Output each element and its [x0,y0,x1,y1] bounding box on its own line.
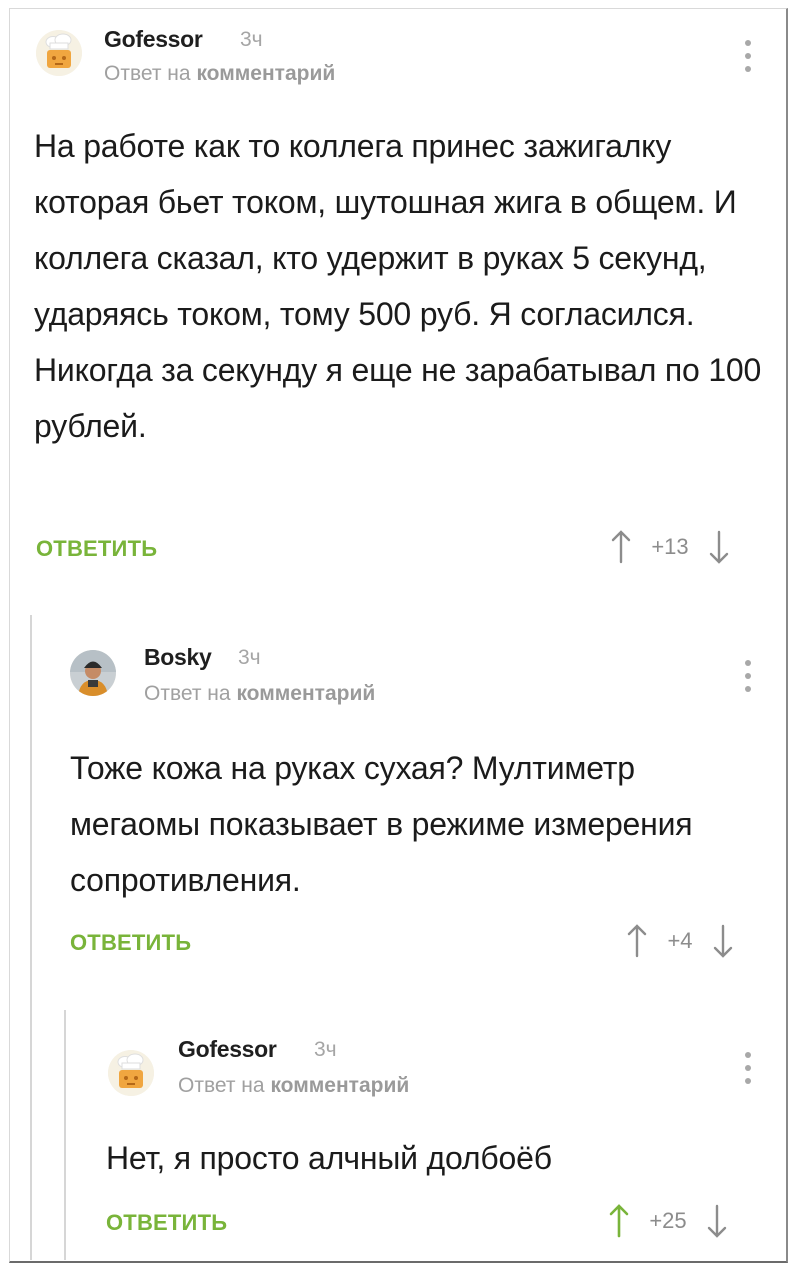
comment-body: Нет, я просто алчный долбоёб [106,1140,552,1176]
vote-controls: +25 [608,1204,728,1238]
more-vertical-icon[interactable] [744,1052,752,1090]
comment-author[interactable]: Gofessor [178,1036,277,1063]
reply-button[interactable]: ОТВЕТИТЬ [106,1210,227,1236]
comment-3: Gofessor 3ч Ответ на комментарий Нет, я … [0,0,800,1260]
chef-hat-avatar[interactable] [108,1050,154,1096]
reply-to-prefix: Ответ на [178,1074,265,1097]
arrow-down-icon[interactable] [706,1204,728,1238]
comment-time: 3ч [314,1038,337,1061]
arrow-up-icon[interactable] [608,1204,630,1238]
vote-score: +25 [649,1208,687,1233]
reply-to-line: Ответ на комментарий [178,1074,409,1098]
reply-to-link[interactable]: комментарий [270,1074,409,1097]
